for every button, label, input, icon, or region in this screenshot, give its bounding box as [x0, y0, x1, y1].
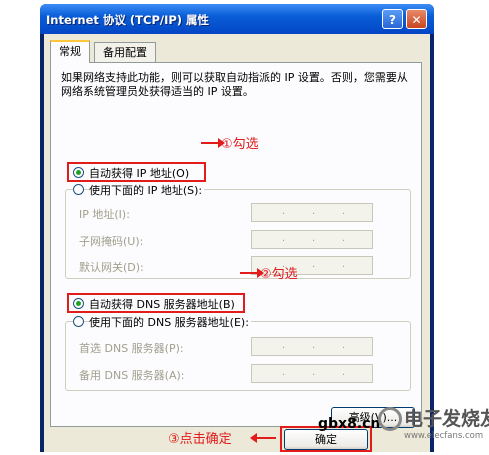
title-bar[interactable]: Internet 协议 (TCP/IP) 属性 ? ✕: [40, 4, 434, 34]
tab-alternate-config[interactable]: 备用配置: [94, 42, 156, 62]
arrow-step1: [201, 138, 225, 148]
auto-dns-radio[interactable]: [73, 298, 84, 309]
preferred-dns-label: 首选 DNS 服务器(P):: [79, 342, 184, 355]
dialog-body: 备用配置 常规 如果网络支持此功能，则可以获取自动指派的 IP 设置。否则，您需…: [44, 34, 430, 452]
manual-ip-label[interactable]: 使用下面的 IP 地址(S):: [89, 182, 205, 198]
arrow-step2: [240, 268, 264, 278]
elecfans-logo-icon: [378, 407, 402, 431]
auto-dns-label[interactable]: 自动获得 DNS 服务器地址(B): [89, 296, 235, 312]
watermark-brand: 电子发烧友: [404, 408, 489, 430]
watermark-url: www.elecfans.com: [404, 431, 484, 441]
manual-dns-radio[interactable]: [73, 316, 84, 327]
window-title: Internet 协议 (TCP/IP) 属性: [46, 13, 210, 27]
annotation-step1: ①勾选: [221, 137, 259, 152]
tcpip-properties-dialog: Internet 协议 (TCP/IP) 属性 ? ✕ 备用配置 常规 如果网络…: [40, 4, 434, 452]
ip-address-input[interactable]: ...: [251, 203, 373, 222]
tab-general[interactable]: 常规: [50, 40, 90, 63]
annotation-step2: ②勾选: [260, 267, 298, 282]
close-button[interactable]: ✕: [406, 9, 427, 29]
preferred-dns-input[interactable]: ...: [251, 337, 373, 356]
arrow-step3: [250, 433, 276, 443]
default-gateway-label: 默认网关(D):: [79, 261, 144, 274]
ok-button[interactable]: 确定: [284, 429, 368, 450]
auto-ip-label[interactable]: 自动获得 IP 地址(O): [89, 165, 189, 181]
subnet-mask-input[interactable]: ...: [251, 230, 373, 249]
help-button[interactable]: ?: [382, 9, 403, 29]
subnet-mask-label: 子网掩码(U):: [79, 235, 144, 248]
auto-ip-radio[interactable]: [73, 167, 84, 178]
general-tab-panel: 如果网络支持此功能，则可以获取自动指派的 IP 设置。否则，您需要从网络系统管理…: [50, 62, 422, 428]
description-text: 如果网络支持此功能，则可以获取自动指派的 IP 设置。否则，您需要从网络系统管理…: [61, 71, 408, 98]
watermark-site: gbx8.cn: [318, 416, 381, 432]
alternate-dns-label: 备用 DNS 服务器(A):: [79, 369, 185, 382]
ip-address-label: IP 地址(I):: [79, 208, 130, 221]
alternate-dns-input[interactable]: ...: [251, 364, 373, 383]
annotation-step3: ③点击确定: [168, 432, 232, 447]
manual-ip-radio[interactable]: [73, 184, 84, 195]
manual-dns-label[interactable]: 使用下面的 DNS 服务器地址(E):: [89, 314, 251, 330]
